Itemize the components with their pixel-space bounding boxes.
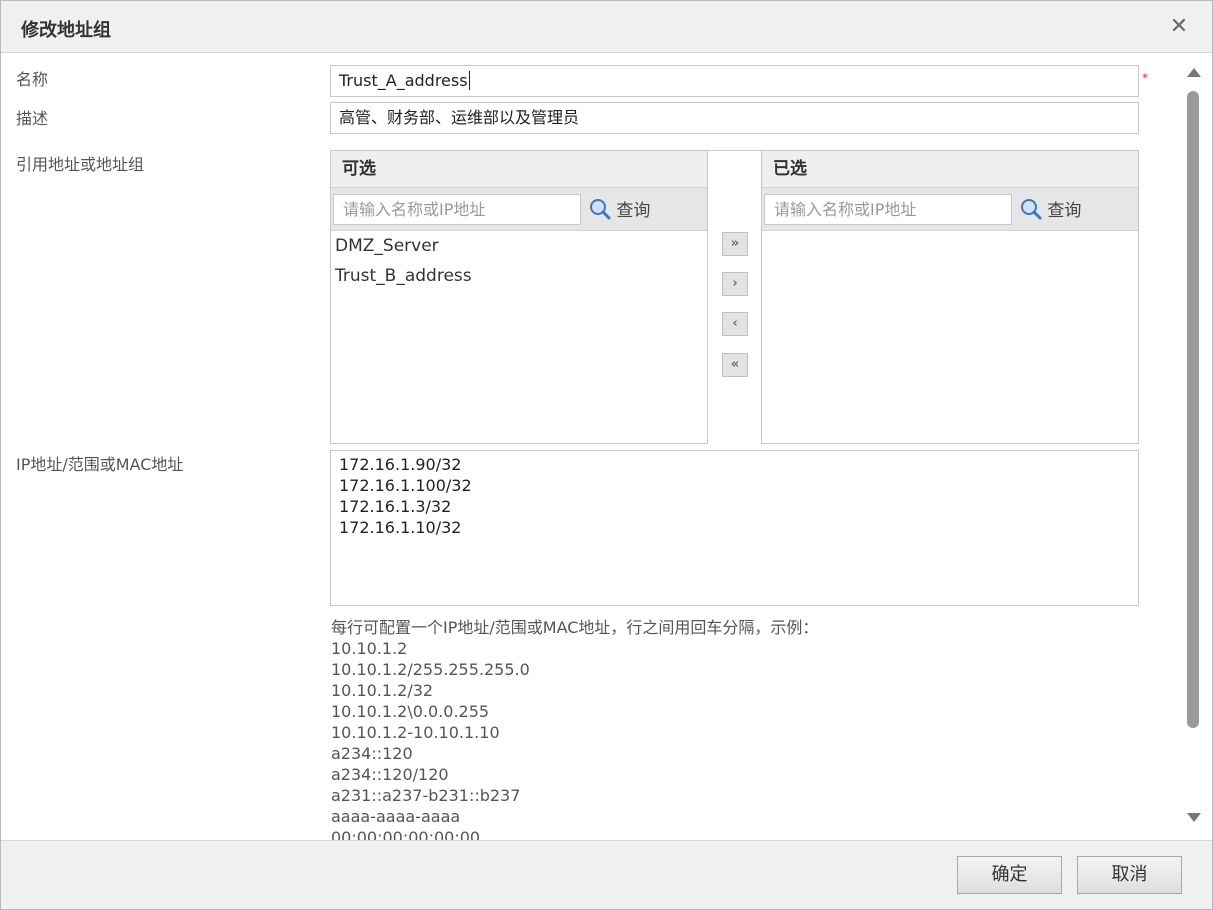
dialog-content: 名称 Trust_A_address * 描述 高管、财务部、运维部以及管理员 … bbox=[1, 54, 1182, 840]
selected-search-bar: 请输入名称或IP地址 查询 bbox=[762, 188, 1138, 231]
add-button[interactable]: › bbox=[722, 272, 748, 296]
available-pane: 可选 请输入名称或IP地址 查询 DMZ_Server Trust_B_addr… bbox=[331, 151, 707, 443]
hint-example: 10.10.1.2/255.255.255.0 bbox=[331, 660, 530, 679]
edit-address-group-dialog: 修改地址组 ✕ 名称 Trust_A_address * 描述 高管、财务部、运… bbox=[0, 0, 1213, 910]
hint-example: 10.10.1.2\0.0.0.255 bbox=[331, 702, 490, 721]
available-header: 可选 bbox=[331, 151, 707, 188]
add-all-button[interactable]: » bbox=[722, 232, 748, 256]
ok-button[interactable]: 确定 bbox=[957, 856, 1062, 894]
available-search-input[interactable]: 请输入名称或IP地址 bbox=[333, 194, 581, 225]
scroll-up-icon[interactable] bbox=[1187, 68, 1201, 77]
dialog-footer: 确定 取消 bbox=[1, 840, 1212, 909]
hint-example: a234::120/120 bbox=[331, 765, 449, 784]
vertical-scrollbar[interactable] bbox=[1182, 54, 1204, 840]
selected-list[interactable] bbox=[762, 232, 1138, 443]
ref-label: 引用地址或地址组 bbox=[16, 155, 145, 174]
hint-example: 10.10.1.2-10.10.1.10 bbox=[331, 723, 500, 742]
available-search-bar: 请输入名称或IP地址 查询 bbox=[331, 188, 707, 231]
hint-example: 10.10.1.2 bbox=[331, 639, 408, 658]
ip-line: 172.16.1.3/32 bbox=[339, 497, 452, 516]
scroll-down-icon[interactable] bbox=[1187, 813, 1201, 822]
selected-search-label: 查询 bbox=[1047, 201, 1082, 221]
dialog-titlebar: 修改地址组 ✕ bbox=[1, 1, 1212, 53]
available-list: DMZ_Server Trust_B_address bbox=[331, 232, 707, 443]
scrollbar-thumb[interactable] bbox=[1187, 91, 1199, 728]
hint-example: a231::a237-b231::b237 bbox=[331, 786, 521, 805]
ip-line: 172.16.1.90/32 bbox=[339, 455, 462, 474]
text-cursor bbox=[468, 71, 470, 90]
list-item[interactable]: DMZ_Server bbox=[335, 236, 439, 256]
close-icon[interactable]: ✕ bbox=[1168, 16, 1190, 38]
address-transfer-widget: 可选 请输入名称或IP地址 查询 DMZ_Server Trust_B_addr… bbox=[330, 150, 1139, 444]
hint-example: a234::120 bbox=[331, 744, 413, 763]
desc-label: 描述 bbox=[16, 109, 49, 128]
ip-format-hint: 每行可配置一个IP地址/范围或MAC地址，行之间用回车分隔，示例： 10.10.… bbox=[331, 617, 818, 840]
selected-header: 已选 bbox=[762, 151, 1138, 188]
dialog-title: 修改地址组 bbox=[21, 20, 111, 41]
name-input[interactable]: Trust_A_address bbox=[330, 65, 1139, 97]
hint-example: 00:00:00:00:00:00 bbox=[331, 828, 481, 840]
cancel-button[interactable]: 取消 bbox=[1077, 856, 1182, 894]
search-icon bbox=[1021, 199, 1042, 220]
ip-line: 172.16.1.10/32 bbox=[339, 518, 462, 537]
name-label: 名称 bbox=[16, 70, 49, 89]
selected-pane: 已选 请输入名称或IP地址 查询 bbox=[762, 151, 1138, 443]
hint-intro: 每行可配置一个IP地址/范围或MAC地址，行之间用回车分隔，示例： bbox=[331, 618, 819, 637]
hint-example: 10.10.1.2/32 bbox=[331, 681, 434, 700]
transfer-buttons: » › ‹ « bbox=[707, 151, 762, 444]
ip-line: 172.16.1.100/32 bbox=[339, 476, 472, 495]
hint-example: aaaa-aaaa-aaaa bbox=[331, 807, 461, 826]
remove-all-button[interactable]: « bbox=[722, 353, 748, 377]
search-icon bbox=[590, 199, 611, 220]
desc-input[interactable]: 高管、财务部、运维部以及管理员 bbox=[330, 102, 1139, 134]
name-value: Trust_A_address bbox=[339, 71, 468, 90]
list-item[interactable]: Trust_B_address bbox=[335, 266, 472, 286]
available-search-button[interactable]: 查询 bbox=[589, 196, 650, 224]
remove-button[interactable]: ‹ bbox=[722, 312, 748, 336]
ip-textarea[interactable]: 172.16.1.90/32 172.16.1.100/32 172.16.1.… bbox=[330, 450, 1139, 606]
required-mark: * bbox=[1142, 71, 1148, 85]
selected-search-button[interactable]: 查询 bbox=[1020, 196, 1081, 224]
selected-search-input[interactable]: 请输入名称或IP地址 bbox=[764, 194, 1012, 225]
ip-label: IP地址/范围或MAC地址 bbox=[16, 455, 184, 474]
available-search-label: 查询 bbox=[616, 201, 651, 221]
